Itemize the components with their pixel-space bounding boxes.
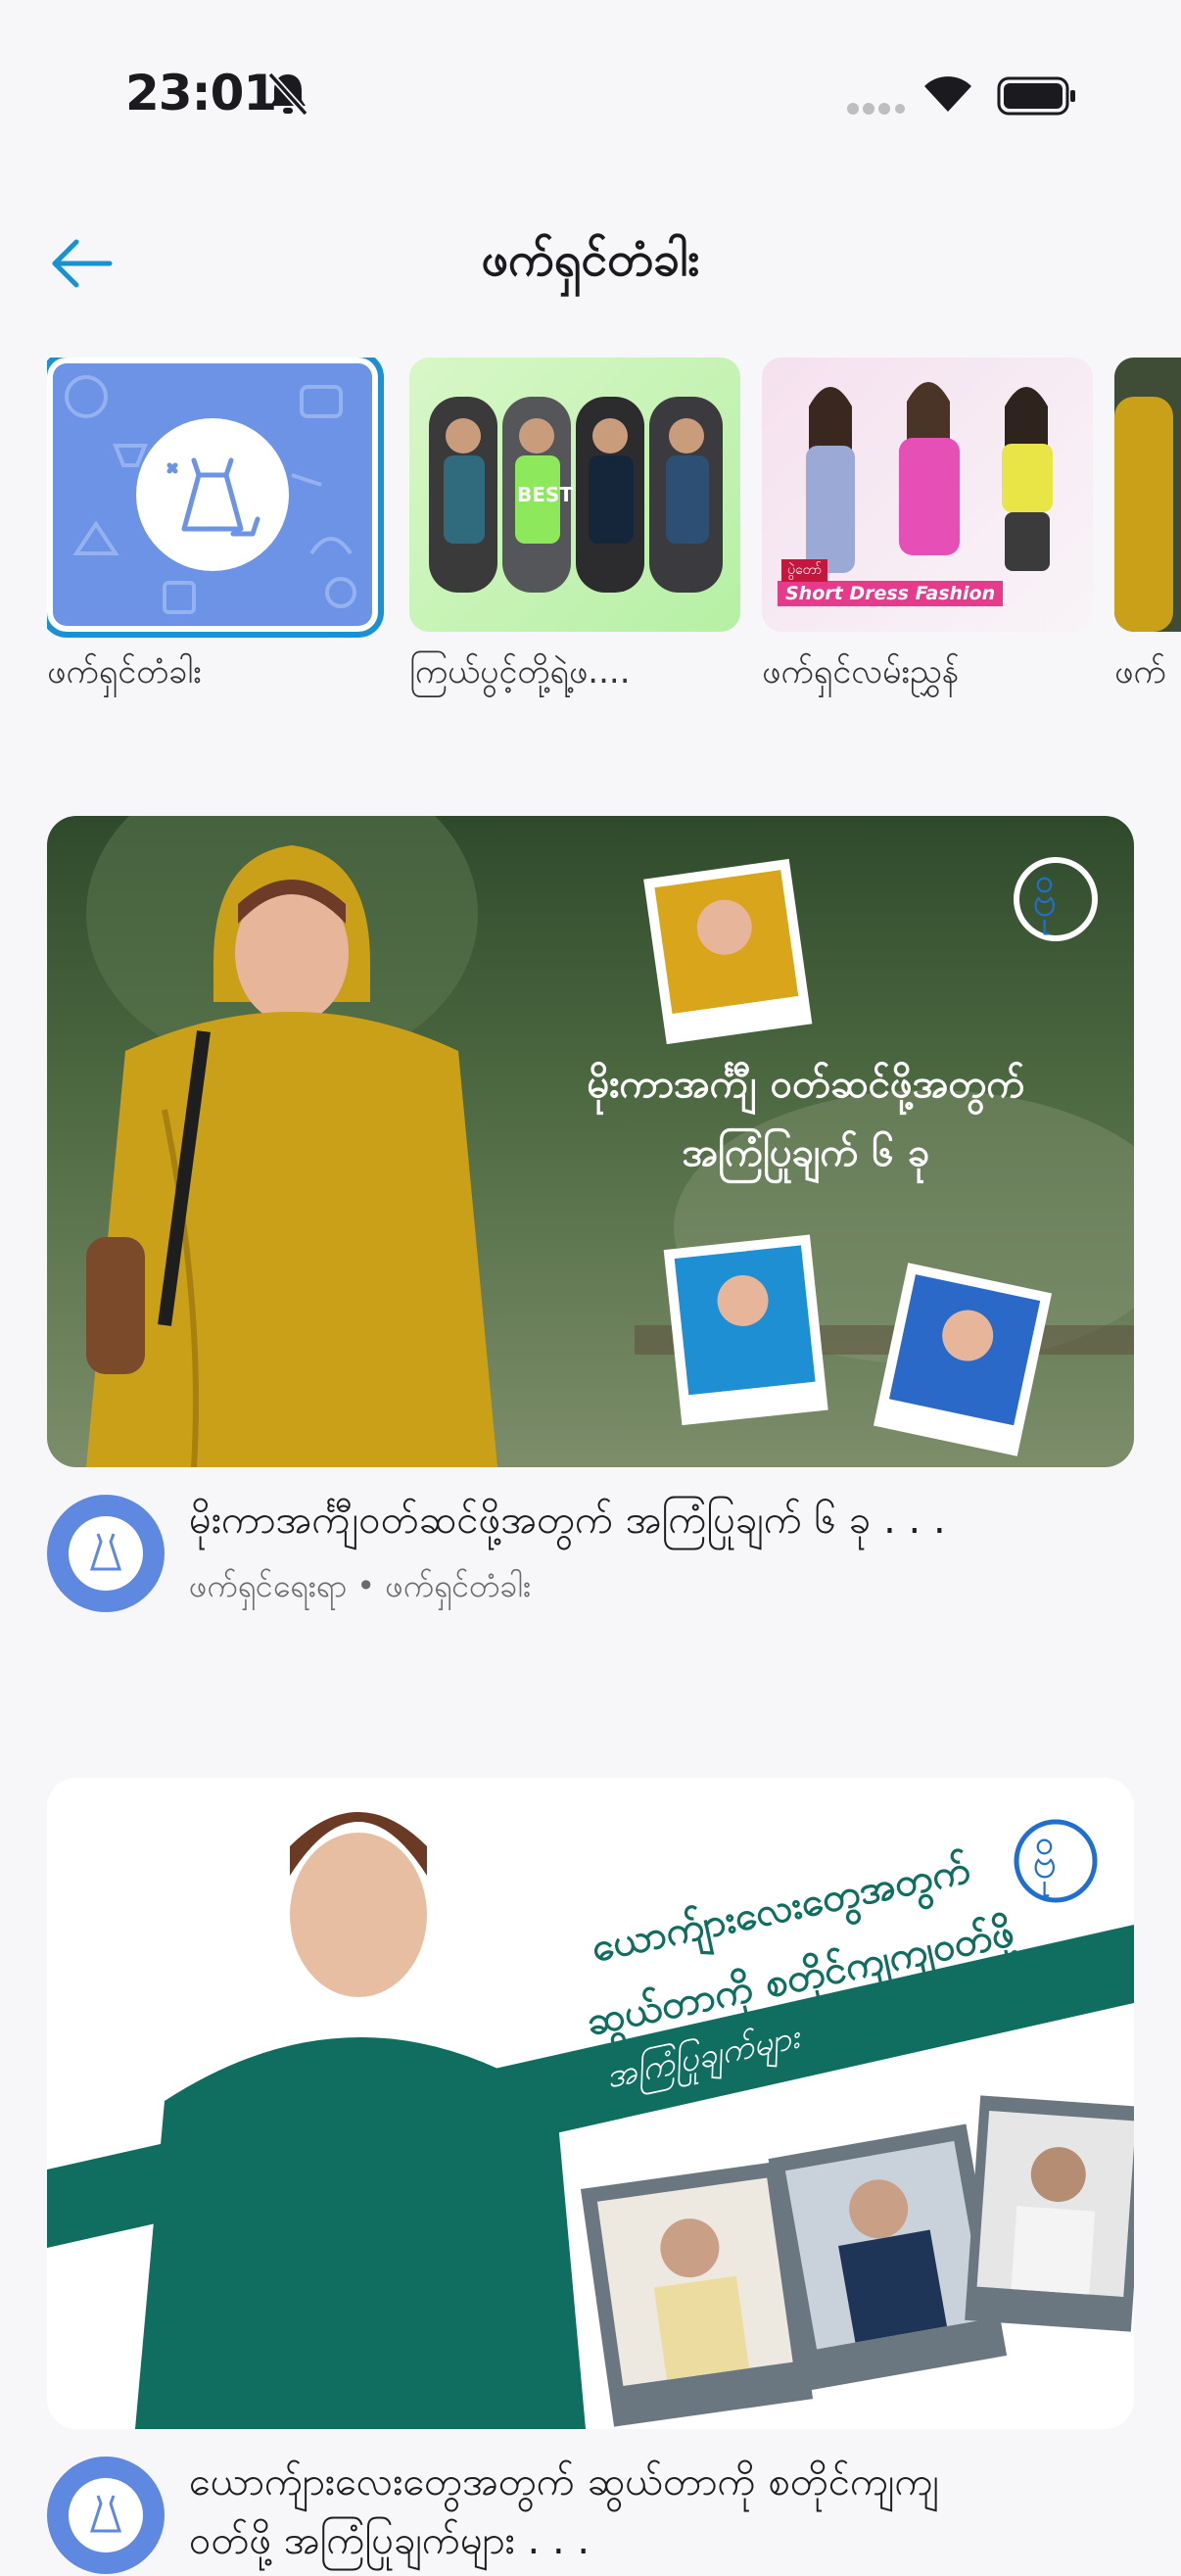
category-item-partial[interactable]: ဖက် [1114,358,1181,699]
fashion-tag: ပွဲတော် [781,559,827,582]
article-card-raincoat[interactable]: ဗို မိုးကာအင်္ကျီ ဝတ်ဆင်ဖို့အတွက် အကြံပြ… [47,816,1134,1614]
fashion-pattern-icon [65,375,356,614]
svg-text:ဗို: ဗို [1032,877,1057,935]
publisher-avatar[interactable] [47,1495,165,1612]
signal-dots-icon [847,103,905,115]
category-item-fashion-guide[interactable]: Short Dress Fashion ပွဲတော် ဖက်ရှင်လမ်းည… [762,358,1093,699]
article-subtitle: ဖက်ရှင်ရေးရာ • ဖက်ရှင်တံခါး [189,1567,531,1604]
raincoat-image [1114,397,1173,632]
top-app-bar: ဖက်ရှင်တံခါး [0,211,1181,309]
article-image-text-2: အကြံပြုချက် ၆ ခု [682,1130,930,1175]
best-shirt-text: BEST [517,483,573,506]
category-label: ဖက်ရှင်တံခါး [47,652,202,692]
article-meta: ယောက်ျားလေးတွေအတွက် ဆွယ်တာကို စတိုင်ကျကျ… [47,2429,1134,2576]
short-dress-badge: Short Dress Fashion [778,581,1004,606]
article-image[interactable]: ဗို မိုးကာအင်္ကျီ ဝတ်ဆင်ဖို့အတွက် အကြံပြ… [47,816,1134,1467]
stars-models-image [429,397,723,593]
article-meta: မိုးကာအင်္ကျီဝတ်ဆင်ဖို့အတွက် အကြံပြုချက်… [47,1467,1134,1614]
category-label: ဖက် [1114,652,1166,692]
category-thumb [47,358,384,638]
category-label: ကြယ်ပွင့်တို့ရဲ့ဖ.... [409,652,631,692]
category-label: ဖက်ရှင်လမ်းညွှန် [762,652,960,692]
status-time: 23:01 [125,65,277,121]
article-image-text-1: မိုးကာအင်္ကျီ ဝတ်ဆင်ဖို့အတွက် [587,1062,1025,1107]
battery-icon [997,76,1075,116]
article-image[interactable]: ဗို ယောက်ျားလေးတွေအတွက် ဆွယ်တာကို စတိုင်… [47,1778,1134,2429]
category-item-fashion-door[interactable]: ဖက်ရှင်တံခါး [47,358,384,699]
article-card-sweater[interactable]: ဗို ယောက်ျားလေးတွေအတွက် ဆွယ်တာကို စတိုင်… [47,1778,1134,2576]
wifi-icon [924,76,971,112]
article-title[interactable]: မိုးကာအင်္ကျီဝတ်ဆင်ဖို့အတွက် အကြံပြုချက်… [189,1495,1134,1552]
page-title: ဖက်ရှင်တံခါး [481,232,700,287]
article-title-line2[interactable]: ဝတ်ဖို့ အကြံပြုချက်များ . . . [189,2515,1134,2573]
category-thumb [1114,358,1181,632]
dress-avatar-icon [69,1516,143,1591]
article-title[interactable]: ယောက်ျားလေးတွေအတွက် ဆွယ်တာကို စတိုင်ကျကျ [189,2457,1134,2514]
svg-text:ဗို: ဗို [1032,1838,1057,1897]
bell-off-icon [267,72,308,117]
category-thumb: BEST [409,358,740,632]
publisher-avatar[interactable] [47,2457,165,2574]
category-carousel[interactable]: ဖက်ရှင်တံခါး BEST ကြယ်ပွင့်တို့ရဲ့ဖ.... [47,358,1181,710]
status-bar: 23:01 [0,0,1181,186]
category-thumb: Short Dress Fashion ပွဲတော် [762,358,1093,632]
dress-avatar-icon [69,2478,143,2552]
category-item-stars[interactable]: BEST ကြယ်ပွင့်တို့ရဲ့ဖ.... [409,358,740,699]
